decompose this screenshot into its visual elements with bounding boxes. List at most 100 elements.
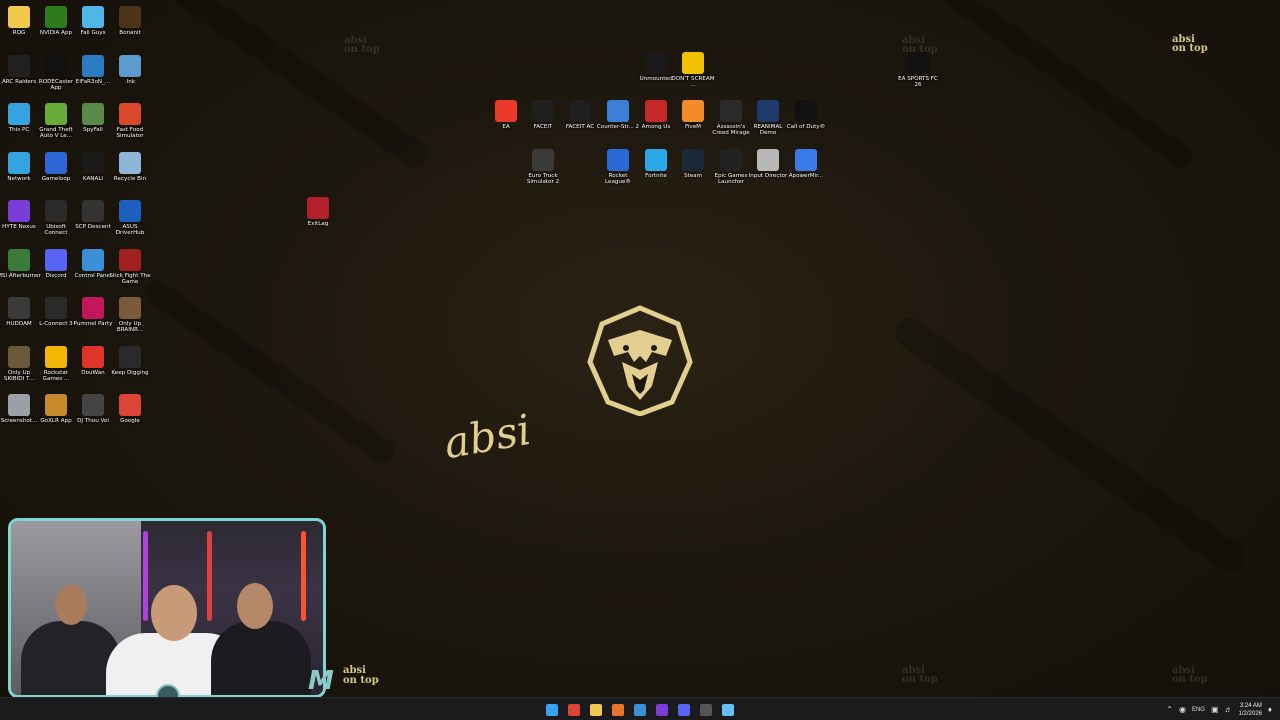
- desktop-shortcut[interactable]: Call of Duty®: [787, 100, 825, 130]
- desktop-shortcut[interactable]: Bonanit: [111, 6, 149, 36]
- douwan-icon: [82, 345, 104, 368]
- desktop-shortcut[interactable]: Rocket League®: [599, 149, 637, 186]
- desktop-shortcut[interactable]: Ubisoft Connect: [37, 200, 75, 237]
- desktop-shortcut[interactable]: Fast Food Simulator: [111, 103, 149, 140]
- desktop-shortcut[interactable]: FACEIT: [524, 100, 562, 130]
- rodecaster-icon: [45, 54, 67, 77]
- desktop-shortcut[interactable]: Only Up SKIBIDI T...: [0, 345, 38, 383]
- desktop-shortcut[interactable]: ElFaR3oN_...: [74, 54, 112, 85]
- taskbar-chrome[interactable]: [565, 701, 582, 718]
- desktop-shortcut[interactable]: SpyFall: [74, 103, 112, 133]
- desktop-shortcut[interactable]: Fortnite: [637, 149, 675, 179]
- speaker-icon[interactable]: ♬: [1225, 705, 1233, 714]
- desktop-shortcut-label: EA SPORTS FC 26: [898, 76, 938, 89]
- lconnect-icon: [45, 297, 67, 319]
- desktop-shortcut[interactable]: FiveM: [674, 100, 712, 130]
- language-indicator[interactable]: ENG: [1192, 707, 1205, 713]
- taskbar-hyte-nexus[interactable]: [653, 701, 670, 718]
- watermark-faint: absi on top: [902, 666, 938, 685]
- taskbar-apps: [543, 701, 736, 718]
- desktop-shortcut-label: ApowerMir...: [788, 173, 824, 179]
- desktop-shortcut[interactable]: Keep Digging: [111, 345, 149, 376]
- desktop-shortcut[interactable]: FACEIT AC: [561, 100, 599, 130]
- background-streak: [140, 276, 400, 468]
- clock[interactable]: 3:24 AM 1/2/2026: [1239, 702, 1262, 718]
- taskbar-app-blue[interactable]: [631, 701, 648, 718]
- desktop-shortcut[interactable]: Epic Games Launcher: [712, 149, 750, 186]
- notification-bell-icon[interactable]: ♦: [1268, 705, 1272, 714]
- watermark-top-right: absi on top: [1172, 35, 1208, 54]
- desktop-shortcut[interactable]: SCP Descent: [74, 200, 112, 230]
- watermark-line: on top: [344, 44, 380, 55]
- system-tray: ⌃ ◉ ENG ▣ ♬ 3:24 AM 1/2/2026 ♦: [1166, 698, 1272, 720]
- desktop-shortcut[interactable]: Only Up BRAINR...: [111, 297, 149, 334]
- desktop-shortcut[interactable]: Network: [0, 151, 38, 182]
- desktop-shortcut[interactable]: Screenshot...: [0, 394, 38, 424]
- desktop-shortcut[interactable]: DouWan: [74, 345, 112, 376]
- desktop-shortcut[interactable]: HYTE Nexus: [0, 200, 38, 230]
- taskbar-file-explorer[interactable]: [587, 701, 604, 718]
- desktop-shortcut[interactable]: REANIMAL Demo: [749, 100, 787, 137]
- desktop-shortcut[interactable]: Discord: [37, 248, 75, 279]
- desktop-shortcut[interactable]: KANALI: [74, 151, 112, 182]
- keep-digging-icon: [119, 345, 141, 368]
- desktop-shortcut[interactable]: Google: [111, 394, 149, 424]
- unmounted-icon: [645, 52, 667, 74]
- chevron-up-icon[interactable]: ⌃: [1166, 705, 1173, 714]
- desktop-shortcut[interactable]: ASUS DriverHub: [111, 200, 149, 237]
- desktop-shortcut[interactable]: Assassin's Creed Mirage: [712, 100, 750, 137]
- webcam-neon-light: [301, 531, 306, 621]
- taskbar-discord[interactable]: [675, 701, 692, 718]
- desktop-shortcut[interactable]: DJ Thou Vol: [74, 394, 112, 424]
- nvidia-icon: [45, 6, 67, 28]
- desktop-shortcut[interactable]: .lnk: [111, 54, 149, 85]
- faceit-ac-icon: [569, 100, 591, 122]
- desktop-shortcut[interactable]: HUDDAM: [0, 297, 38, 327]
- microphone-icon[interactable]: ◉: [1179, 705, 1186, 714]
- desktop-shortcut[interactable]: MSI Afterburner: [0, 248, 41, 279]
- desktop-shortcut[interactable]: Fall Guys: [74, 6, 112, 36]
- desktop-shortcut[interactable]: Grand Theft Auto V Le...: [37, 103, 75, 140]
- desktop-shortcut[interactable]: Pummel Party: [74, 297, 112, 327]
- discord-icon: [677, 703, 690, 716]
- rocket-league-icon: [607, 149, 629, 171]
- desktop-shortcut[interactable]: NVIDIA App: [37, 6, 75, 36]
- desktop-shortcut[interactable]: Control Panel: [74, 248, 112, 279]
- desktop-shortcut[interactable]: Euro Truck Simulator 2: [524, 149, 562, 186]
- desktop-shortcut[interactable]: Among Us: [637, 100, 675, 130]
- taskbar-steam[interactable]: [719, 701, 736, 718]
- network-icon[interactable]: ▣: [1211, 705, 1219, 714]
- eagle-logo: [587, 305, 693, 416]
- desktop-shortcut[interactable]: Unmounted: [637, 52, 675, 82]
- watermark-faint: absi on top: [344, 36, 380, 55]
- taskbar-start-button[interactable]: [543, 701, 560, 718]
- desktop-shortcut[interactable]: ApowerMir...: [787, 149, 825, 179]
- desktop-shortcut[interactable]: Gameloop: [37, 151, 75, 182]
- rockstar-icon: [45, 345, 67, 368]
- desktop-shortcut[interactable]: ARC Raiders: [0, 54, 38, 85]
- desktop-shortcut[interactable]: Steam: [674, 149, 712, 179]
- desktop-shortcut[interactable]: Recycle Bin: [111, 151, 149, 182]
- windows-icon: [545, 703, 558, 716]
- desktop-shortcut[interactable]: L-Connect 3: [37, 297, 75, 327]
- fast-food-icon: [119, 103, 141, 125]
- desktop-shortcut[interactable]: Rockstar Games ...: [37, 345, 75, 383]
- desktop-shortcut-label: ASUS DriverHub: [115, 224, 145, 237]
- taskbar-app-orange[interactable]: [609, 701, 626, 718]
- desktop-shortcut[interactable]: ExitLag: [299, 197, 337, 227]
- desktop-shortcut[interactable]: Input Director: [749, 149, 787, 179]
- desktop-shortcut[interactable]: This PC: [0, 103, 38, 133]
- taskbar-app-dark[interactable]: [697, 701, 714, 718]
- desktop-shortcut[interactable]: ROG: [0, 6, 38, 36]
- desktop-shortcut[interactable]: EA: [487, 100, 525, 130]
- epic-icon: [720, 149, 742, 171]
- desktop-shortcut[interactable]: DON'T SCREAM ...: [671, 52, 715, 89]
- brand-line: on top: [343, 675, 379, 686]
- scp-icon: [82, 200, 104, 222]
- desktop-shortcut[interactable]: GoXLR App: [37, 394, 75, 424]
- desktop-shortcut[interactable]: EA SPORTS FC 26: [898, 52, 938, 89]
- desktop-shortcut[interactable]: RODECaster App: [37, 54, 75, 92]
- desktop-shortcut[interactable]: Counter-Str... 2: [597, 100, 639, 130]
- cs2-icon: [607, 100, 629, 122]
- desktop-shortcut[interactable]: Stick Fight The Game: [109, 248, 151, 286]
